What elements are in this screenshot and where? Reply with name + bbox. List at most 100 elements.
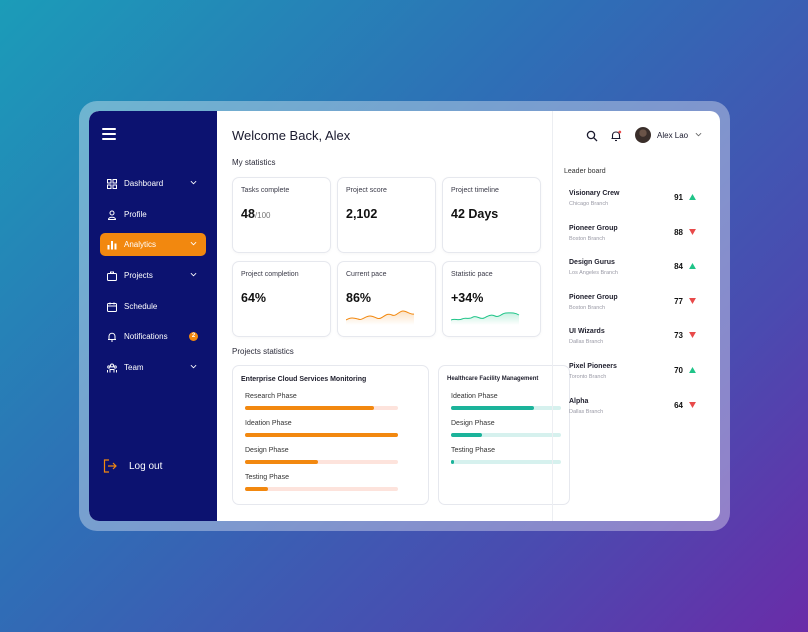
bell-icon (107, 332, 117, 342)
stat-card-statistic-pace: Statistic pace +34% (442, 261, 541, 337)
stat-card-project-score: Project score 2,102 (337, 177, 436, 253)
progress-track (245, 406, 398, 410)
trend-up-icon (689, 194, 696, 200)
team-score: 84 (674, 262, 683, 272)
project-card-healthcare: Healthcare Facility Management Ideation … (438, 365, 570, 505)
team-branch: Toronto Branch (569, 374, 607, 380)
team-name: Visionary Crew (569, 190, 620, 197)
trend-up-icon (689, 263, 696, 270)
phase-label: Design Phase (245, 447, 289, 454)
stat-title: Project timeline (451, 187, 499, 194)
sidebar-item-profile[interactable]: Profile (100, 203, 206, 226)
team-name: UI Wizards (569, 328, 605, 336)
project-title: Healthcare Facility Management (447, 376, 539, 382)
progress-fill (245, 460, 319, 464)
progress-track (245, 487, 398, 491)
team-icon (107, 363, 117, 373)
sidebar-item-label: Analytics (124, 240, 157, 249)
page-title: Welcome Back, Alex (232, 128, 351, 143)
leaderboard-row[interactable]: UI Wizards Dallas Branch 73 (569, 328, 705, 350)
user-name[interactable]: Alex Lao (657, 131, 688, 140)
sidebar-item-notifications[interactable]: Notifications 2 (100, 325, 206, 348)
stat-title: Project score (346, 187, 387, 194)
team-name: Pioneer Group (569, 224, 618, 232)
phase-label: Testing Phase (451, 447, 495, 454)
chevron-down-icon[interactable] (695, 131, 702, 138)
team-branch: Dallas Branch (569, 339, 604, 346)
chevron-down-icon (190, 272, 197, 277)
stat-title: Project completion (241, 271, 299, 278)
sidebar: Dashboard Profile Analytics Projects Sch… (89, 111, 217, 521)
stat-card-project-timeline: Project timeline 42 Days (442, 177, 541, 253)
user-icon (107, 210, 117, 220)
trend-down-icon (689, 228, 696, 235)
projects-statistics-label: Projects statistics (232, 347, 294, 356)
logout-label: Log out (129, 460, 163, 472)
progress-track (451, 433, 561, 437)
trend-down-icon (689, 401, 696, 408)
phase-label: Ideation Phase (245, 420, 292, 427)
stat-value: 2,102 (346, 207, 378, 221)
stat-value: 64% (241, 291, 267, 305)
leaderboard-row[interactable]: Visionary Crew Chicago Branch 91 (569, 190, 705, 212)
progress-fill (451, 433, 482, 437)
phase-label: Testing Phase (245, 474, 289, 481)
stat-title: Tasks complete (241, 187, 290, 194)
sidebar-item-analytics[interactable]: Analytics (100, 233, 206, 256)
trend-up-icon (689, 367, 696, 373)
stat-value-main: 48 (241, 207, 255, 221)
team-branch: Boston Branch (569, 304, 606, 311)
stat-card-tasks-complete: Tasks complete 48/100 (232, 177, 331, 253)
leaderboard-row[interactable]: Pixel Pioneers Toronto Branch 70 (569, 363, 705, 385)
team-branch: Chicago Branch (569, 201, 609, 207)
trend-down-icon (689, 297, 696, 304)
app-window: Dashboard Profile Analytics Projects Sch… (89, 111, 720, 521)
notification-count-badge: 2 (189, 332, 198, 341)
progress-fill (451, 406, 534, 410)
search-icon[interactable] (586, 130, 598, 142)
briefcase-icon (107, 271, 117, 281)
leaderboard-row[interactable]: Design Gurus Los Angeles Branch 84 (569, 259, 705, 281)
progress-fill (245, 433, 398, 437)
avatar[interactable] (635, 127, 651, 143)
chevron-down-icon (190, 241, 197, 246)
trend-down-icon (689, 332, 696, 339)
calendar-icon (107, 302, 117, 312)
progress-track (245, 460, 398, 464)
stat-value: 42 Days (451, 207, 499, 221)
notification-bell-icon[interactable] (610, 130, 622, 142)
team-score: 64 (674, 400, 683, 410)
sidebar-item-label: Projects (124, 271, 153, 280)
team-branch: Boston Branch (569, 235, 606, 242)
stat-value-sub: /100 (254, 211, 271, 220)
menu-icon[interactable] (102, 128, 116, 140)
stat-card-current-pace: Current pace 86% (337, 261, 436, 337)
leaderboard-row[interactable]: Pioneer Group Boston Branch 88 (569, 225, 705, 247)
logout-button[interactable]: Log out (103, 459, 162, 473)
sidebar-item-label: Profile (124, 210, 147, 219)
chevron-down-icon (190, 180, 197, 185)
sidebar-item-team[interactable]: Team (100, 356, 206, 379)
leaderboard-row[interactable]: Alpha Dallas Branch 64 (569, 398, 705, 420)
team-name: Pixel Pioneers (569, 363, 617, 370)
progress-fill (245, 406, 374, 410)
team-branch: Dallas Branch (569, 408, 604, 415)
sidebar-item-projects[interactable]: Projects (100, 264, 206, 287)
sidebar-item-dashboard[interactable]: Dashboard (100, 172, 206, 195)
logout-icon (103, 459, 117, 473)
sidebar-item-schedule[interactable]: Schedule (100, 295, 206, 318)
team-name: Alpha (569, 397, 589, 405)
dashboard-icon (107, 178, 117, 189)
panel-divider (552, 111, 553, 521)
team-score: 91 (674, 193, 683, 202)
phase-label: Ideation Phase (451, 393, 498, 400)
leaderboard-title: Leader board (564, 168, 606, 175)
sidebar-item-label: Dashboard (124, 179, 164, 188)
statistic-pace-sparkline (451, 312, 520, 325)
leaderboard-row[interactable]: Pioneer Group Boston Branch 77 (569, 294, 705, 316)
team-name: Pioneer Group (569, 293, 618, 301)
team-score: 73 (674, 331, 683, 341)
my-statistics-label: My statistics (232, 158, 276, 167)
team-score: 88 (674, 227, 683, 237)
stat-title: Statistic pace (451, 271, 493, 278)
